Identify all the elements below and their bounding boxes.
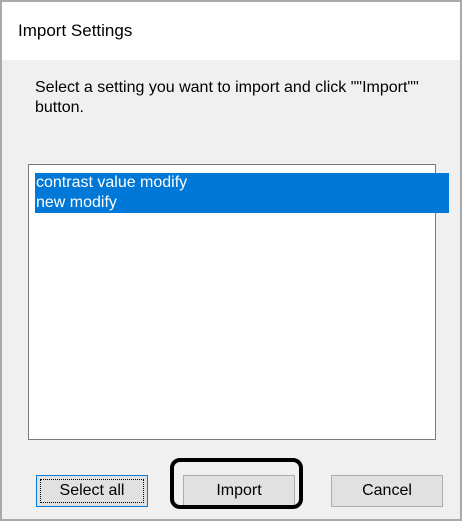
instruction-text: Select a setting you want to import and … bbox=[35, 79, 419, 116]
import-highlight-annotation bbox=[170, 458, 303, 509]
list-item[interactable]: new modify bbox=[35, 193, 449, 213]
select-all-button[interactable]: Select all bbox=[36, 475, 148, 507]
import-settings-dialog: Import Settings Select a setting you wan… bbox=[0, 0, 462, 521]
select-all-label: Select all bbox=[40, 479, 144, 503]
settings-listbox[interactable]: contrast value modify new modify bbox=[28, 164, 449, 440]
list-item[interactable]: contrast value modify bbox=[35, 173, 449, 193]
title-bar: Import Settings bbox=[2, 2, 460, 60]
cancel-button[interactable]: Cancel bbox=[331, 475, 443, 507]
dialog-title: Import Settings bbox=[18, 21, 133, 40]
